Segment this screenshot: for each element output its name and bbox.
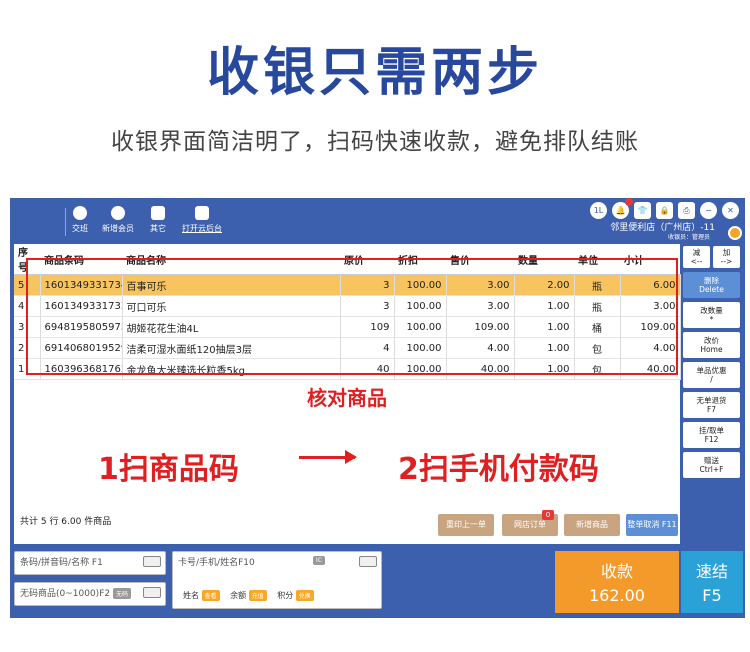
shirt-icon[interactable]: 👕 bbox=[634, 201, 651, 219]
no-code-placeholder: 无码商品(0~1000)F2 bbox=[20, 589, 111, 599]
increase-button[interactable]: 加 --> bbox=[713, 246, 740, 268]
online-order-label: 网店订单 bbox=[514, 520, 546, 529]
verify-annotation: 核对商品 bbox=[307, 386, 387, 410]
member-search-placeholder[interactable]: 卡号/手机/姓名F10 bbox=[178, 558, 255, 568]
add-member-icon bbox=[111, 206, 125, 220]
hold-order-button[interactable]: 挂/取单 F12 bbox=[683, 422, 740, 448]
keyboard-icon[interactable] bbox=[143, 556, 161, 567]
member-panel: 卡号/手机/姓名F10 IC 姓名 查看 余额 充值 积分 兑换 bbox=[172, 551, 382, 609]
arrow-right-icon bbox=[299, 450, 357, 464]
database-icon bbox=[195, 206, 209, 220]
add-product-button[interactable]: 新增商品 bbox=[564, 514, 620, 536]
view-tag[interactable]: 查看 bbox=[201, 590, 220, 601]
gift-button[interactable]: 赠送 Ctrl+F bbox=[683, 452, 740, 478]
barcode-placeholder: 条码/拼音码/名称 F1 bbox=[20, 558, 103, 568]
notification-icon[interactable]: 🔔 bbox=[612, 197, 633, 219]
open-cloud-backend-label: 打开云后台 bbox=[182, 224, 222, 233]
other-button[interactable]: 其它 bbox=[136, 206, 180, 234]
ic-card-tag[interactable]: IC bbox=[313, 556, 325, 565]
online-order-button[interactable]: 网店订单 0 bbox=[502, 510, 558, 536]
checkout-button[interactable]: 收款 162.00 bbox=[555, 551, 679, 613]
no-code-tag[interactable]: 无码 bbox=[112, 588, 131, 599]
pos-window: 交班 新增会员 其它 打开云后台 1L 🔔 👕 🔒 ⎙ − ✕ 邻里便利店（广州… bbox=[10, 197, 745, 618]
delete-button[interactable]: 删除 Delete bbox=[683, 272, 740, 298]
bottom-bar: 条码/拼音码/名称 F1 无码商品(0~1000)F2 无码 卡号/手机/姓名F… bbox=[10, 548, 745, 618]
status-icons: 1L 🔔 👕 🔒 ⎙ − ✕ bbox=[590, 197, 739, 219]
name-label: 姓名 bbox=[183, 591, 199, 600]
change-quantity-button[interactable]: 改数量 * bbox=[683, 302, 740, 328]
minimize-icon[interactable]: − bbox=[700, 201, 717, 219]
member-info-row: 姓名 查看 余额 充值 积分 兑换 bbox=[183, 590, 314, 601]
decrease-button[interactable]: 减 <-- bbox=[683, 246, 710, 268]
balance-label: 余额 bbox=[230, 591, 247, 600]
no-receipt-return-button[interactable]: 无单退货 F7 bbox=[683, 392, 740, 418]
hero-subtitle: 收银界面简洁明了，扫码快速收款，避免排队结账 bbox=[111, 129, 639, 155]
close-icon[interactable]: ✕ bbox=[722, 201, 739, 219]
add-member-button[interactable]: 新增会员 bbox=[96, 206, 140, 234]
reprint-last-button[interactable]: 重印上一单 bbox=[438, 514, 494, 536]
cart-panel: 序号 商品条码 商品名称 原价 折扣 售价 数量 单位 小计 5 1601349… bbox=[14, 244, 681, 544]
hero-title: 收银只需两步 bbox=[206, 43, 543, 103]
step-1-label: 1扫商品码 bbox=[98, 452, 239, 487]
quick-checkout-key: F5 bbox=[702, 586, 722, 605]
points-label: 积分 bbox=[277, 591, 294, 600]
cart-summary: 共计 5 行 6.00 件商品 bbox=[20, 517, 112, 527]
online-order-badge: 0 bbox=[542, 510, 554, 520]
keyboard-icon[interactable] bbox=[143, 587, 161, 598]
add-member-label: 新增会员 bbox=[102, 224, 134, 233]
steps-annotation: 1扫商品码 2扫手机付款码 bbox=[14, 444, 680, 488]
lock-icon[interactable]: 🔒 bbox=[656, 201, 673, 219]
handover-label: 交班 bbox=[72, 224, 88, 233]
other-label: 其它 bbox=[150, 224, 166, 233]
highlight-box bbox=[26, 258, 678, 375]
change-price-button[interactable]: 改价 Home bbox=[683, 332, 740, 358]
no-code-product-input[interactable]: 无码商品(0~1000)F2 无码 bbox=[14, 582, 166, 606]
top-toolbar: 交班 新增会员 其它 打开云后台 1L 🔔 👕 🔒 ⎙ − ✕ 邻里便利店（广州… bbox=[10, 197, 745, 244]
step-2-label: 2扫手机付款码 bbox=[398, 452, 599, 487]
redeem-tag[interactable]: 兑换 bbox=[295, 590, 314, 601]
cancel-order-button[interactable]: 整单取消 F11 bbox=[626, 514, 678, 536]
barcode-input[interactable]: 条码/拼音码/名称 F1 bbox=[14, 551, 166, 575]
grid-icon bbox=[151, 206, 165, 220]
recharge-tag[interactable]: 充值 bbox=[248, 590, 267, 601]
menu-icon[interactable] bbox=[728, 226, 742, 240]
item-discount-button[interactable]: 单品优惠 / bbox=[683, 362, 740, 388]
notification-badge bbox=[625, 197, 633, 206]
quick-checkout-button[interactable]: 速结 F5 bbox=[681, 551, 743, 613]
handover-icon bbox=[73, 206, 87, 220]
cloud-icon[interactable]: 1L bbox=[590, 201, 607, 219]
cashier-name: 收银员：管理员 bbox=[667, 234, 710, 241]
keyboard-icon[interactable] bbox=[359, 556, 377, 567]
checkout-title: 收款 bbox=[600, 562, 633, 581]
checkout-amount: 162.00 bbox=[589, 586, 645, 605]
open-cloud-backend-button[interactable]: 打开云后台 bbox=[176, 206, 228, 234]
quick-checkout-title: 速结 bbox=[695, 562, 728, 581]
printer-icon[interactable]: ⎙ bbox=[678, 201, 695, 219]
